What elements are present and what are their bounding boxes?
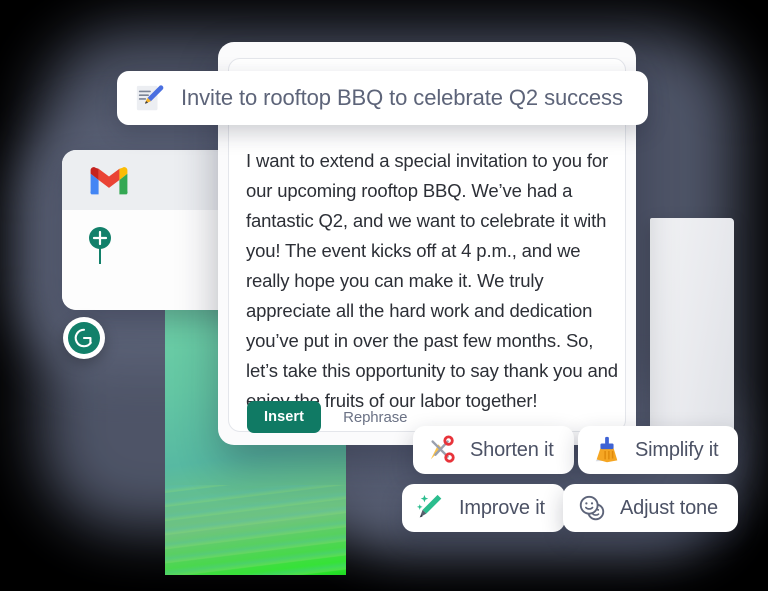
assistant-action-row: Insert Rephrase [247,401,407,433]
broom-icon [592,435,635,465]
chip-adjust-tone[interactable]: Adjust tone [563,484,738,532]
chip-simplify-it[interactable]: Simplify it [578,426,739,474]
rephrase-button[interactable]: Rephrase [343,409,407,426]
chip-label: Adjust tone [620,496,718,519]
insert-button[interactable]: Insert [247,401,322,433]
chip-improve-it[interactable]: Improve it [402,484,565,532]
scissors-icon [427,435,470,465]
chip-label: Improve it [459,496,545,519]
screenshot-stage: Invite to rooftop BBQ to celebrate Q2 su… [0,0,768,591]
grammarly-logo-icon [68,322,100,354]
memo-pen-emoji-icon [135,83,181,113]
background-white-sheet [650,218,734,440]
chip-shorten-it[interactable]: Shorten it [413,426,574,474]
chip-label: Simplify it [635,438,719,461]
gmail-logo-icon [88,164,130,196]
sparkle-pencil-icon [416,493,459,523]
generated-text-body: I want to extend a special invitation to… [246,150,618,411]
prompt-input-pill[interactable]: Invite to rooftop BBQ to celebrate Q2 su… [117,71,648,125]
smiley-faces-icon [577,493,620,523]
chip-label: Shorten it [470,438,554,461]
prompt-text: Invite to rooftop BBQ to celebrate Q2 su… [181,85,623,110]
grammarly-logo-badge[interactable] [63,317,105,359]
